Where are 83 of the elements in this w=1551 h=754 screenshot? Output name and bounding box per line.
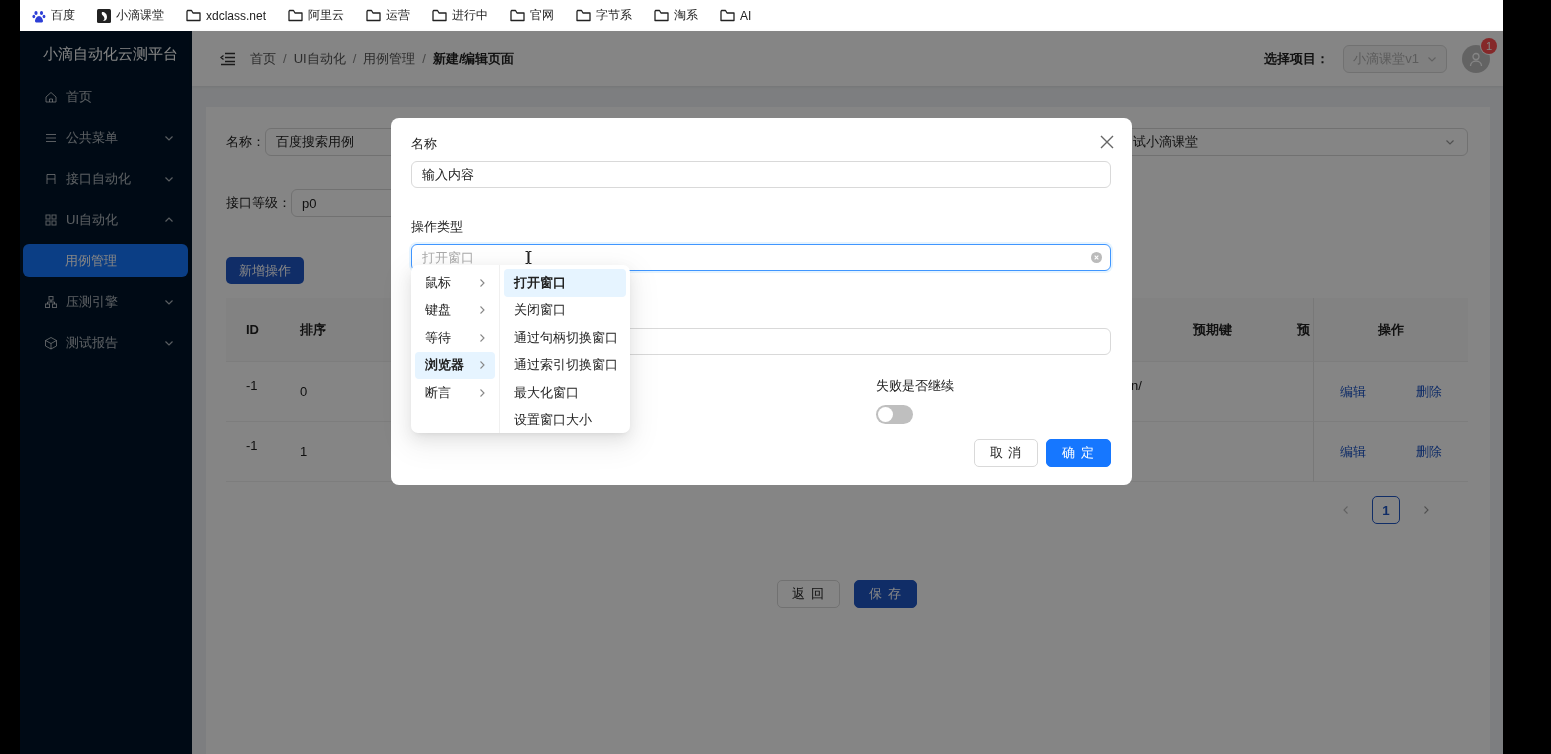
table-cell: n/ xyxy=(1131,378,1142,393)
chevron-right-icon xyxy=(477,305,487,316)
cascader-option[interactable]: 断言 xyxy=(415,379,495,407)
table-cell: -1 xyxy=(246,438,258,453)
action-link[interactable]: 编辑 xyxy=(1327,382,1379,401)
action-link[interactable]: 删除 xyxy=(1403,442,1455,461)
project-label: 选择项目： xyxy=(1264,49,1330,68)
bookmark-link[interactable]: AI xyxy=(718,6,754,25)
toggle-switch[interactable] xyxy=(876,405,913,424)
field-label: 失败是否继续 xyxy=(876,377,955,395)
chevron-right-icon xyxy=(477,332,487,343)
field-label: 接口等级： xyxy=(226,194,291,212)
cancel-button[interactable]: 取 消 xyxy=(973,439,1039,467)
paw-icon xyxy=(32,8,46,23)
bookmark-link[interactable]: 百度 xyxy=(30,5,77,26)
folder-icon xyxy=(510,9,526,22)
breadcrumb-current: 新建/编辑页面 xyxy=(432,49,515,68)
cascader-option[interactable]: 打开窗口 xyxy=(504,269,626,297)
folder-icon xyxy=(576,9,592,22)
breadcrumb-link[interactable]: UI自动化 xyxy=(293,49,346,68)
table-cell: 0 xyxy=(300,384,308,399)
action-link[interactable]: 删除 xyxy=(1403,382,1455,401)
action-link[interactable]: 编辑 xyxy=(1327,442,1379,461)
bookmark-link[interactable]: 淘系 xyxy=(652,5,701,26)
text-cursor-icon xyxy=(525,251,532,264)
avatar[interactable] xyxy=(1462,44,1490,73)
chevron-right-icon xyxy=(477,387,487,398)
cascader-option[interactable]: 等待 xyxy=(415,324,495,352)
bookmark-link[interactable]: 进行中 xyxy=(430,5,491,26)
text-input[interactable]: 输入内容 xyxy=(411,161,1111,188)
cascader-option[interactable]: 关闭窗口 xyxy=(504,296,626,324)
app-title: 小滴自动化云测平台 xyxy=(42,44,179,64)
cascader-option[interactable]: 通过索引切换窗口 xyxy=(504,351,626,379)
folder-icon xyxy=(366,9,382,22)
folder-icon xyxy=(720,9,736,22)
select-field[interactable]: 打开窗口 xyxy=(411,244,1111,271)
column-header: 预期键 xyxy=(1193,320,1232,339)
clear-icon[interactable] xyxy=(1091,252,1102,263)
bookmark-link[interactable]: 阿里云 xyxy=(286,5,347,26)
column-header: 操作 xyxy=(1378,320,1404,339)
field-label: 名称： xyxy=(226,133,265,151)
user-icon xyxy=(1468,50,1484,67)
cascader-option[interactable]: 最大化窗口 xyxy=(504,379,626,407)
folder-icon xyxy=(186,9,201,22)
chevron-left-icon xyxy=(1341,505,1351,515)
folder-icon xyxy=(654,9,670,22)
logo-icon xyxy=(97,8,111,23)
add-operation-button[interactable]: 新增操作 xyxy=(226,257,304,284)
back-button[interactable]: 返 回 xyxy=(777,580,840,608)
breadcrumb-link[interactable]: 用例管理 xyxy=(363,49,416,68)
column-header: ID xyxy=(246,322,259,337)
cascader-option[interactable]: 设置窗口大小 xyxy=(504,406,626,433)
chevron-right-icon xyxy=(1421,505,1431,515)
bookmark-link[interactable]: 字节系 xyxy=(574,5,635,26)
menu-fold-icon[interactable] xyxy=(220,51,236,66)
folder-icon xyxy=(432,9,448,22)
breadcrumb-link[interactable]: 首页 xyxy=(250,49,276,68)
column-header: 预 xyxy=(1297,320,1310,339)
field-label: 名称 xyxy=(411,135,437,153)
confirm-button[interactable]: 确 定 xyxy=(1046,439,1111,467)
chevron-down-icon xyxy=(1445,137,1455,147)
breadcrumb-separator: / xyxy=(352,51,357,66)
cascader-option[interactable]: 浏览器 xyxy=(415,351,495,379)
folder-icon xyxy=(288,9,304,22)
cascader-option[interactable]: 通过句柄切换窗口 xyxy=(504,324,626,352)
notification-badge: 1 xyxy=(1481,37,1497,54)
cascader-option[interactable]: 鼠标 xyxy=(415,269,495,297)
chevron-right-icon xyxy=(477,360,487,371)
bookmark-link[interactable]: 官网 xyxy=(508,5,557,26)
bookmark-link[interactable]: 运营 xyxy=(364,5,413,26)
table-cell: -1 xyxy=(246,378,258,393)
field-label: 操作类型 xyxy=(411,218,463,236)
save-button[interactable]: 保 存 xyxy=(854,580,917,608)
chevron-right-icon xyxy=(477,277,487,288)
close-icon[interactable] xyxy=(1100,135,1114,149)
bookmark-link[interactable]: 小滴课堂 xyxy=(95,5,166,26)
breadcrumb-separator: / xyxy=(422,51,426,66)
page-button[interactable]: 1 xyxy=(1372,496,1400,524)
bookmark-link[interactable]: xdclass.net xyxy=(184,6,269,25)
cascader-option[interactable]: 键盘 xyxy=(415,296,495,324)
table-cell: 1 xyxy=(300,444,308,459)
column-header: 排序 xyxy=(300,320,326,339)
breadcrumb-separator: / xyxy=(283,51,287,66)
